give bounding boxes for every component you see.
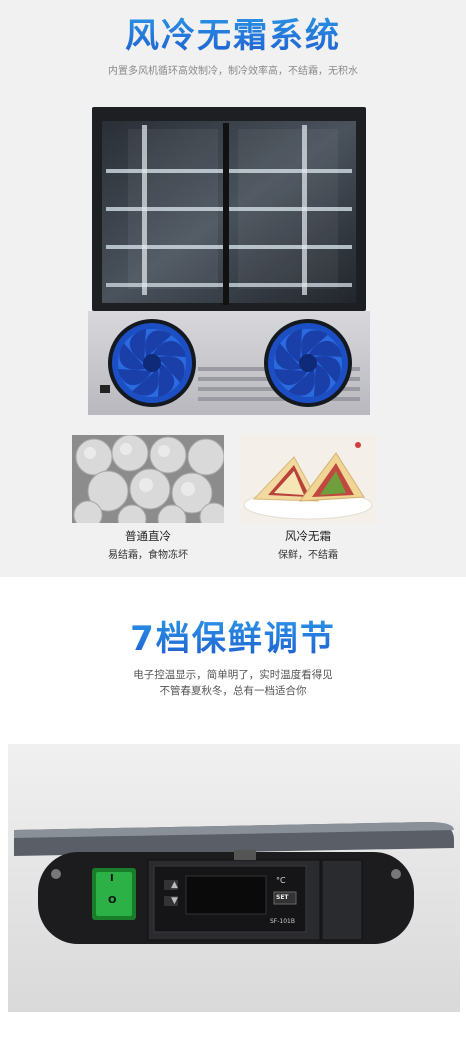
set-button[interactable]: SET — [276, 894, 289, 901]
temperature-down-icon[interactable]: ▼ — [171, 896, 178, 906]
section1-title: 风冷无霜系统 — [0, 8, 466, 57]
section-air-cooling: 风冷无霜系统 内置多风机循环高效制冷，制冷效率高，不结霜，无积水 普通直冷 易结… — [0, 0, 466, 577]
frost-free-subcaption: 保鲜，不结霜 — [278, 550, 338, 561]
section2-line2: 不管春夏秋冬，总有一档适合你 — [159, 685, 307, 697]
section1-subtitle: 内置多风机循环高效制冷，制冷效率高，不结霜，无积水 — [108, 66, 358, 77]
model-label: SF-101B — [270, 918, 295, 925]
section-temperature-control: 7档保鲜调节 电子控温显示，简单明了，实时温度看得见 不管春夏秋冬，总有一档适合… — [0, 577, 466, 1039]
frosted-food-image — [72, 435, 224, 523]
display-cabinet-image — [88, 107, 370, 415]
fresh-sandwich-image — [240, 435, 376, 523]
direct-cooling-subcaption: 易结霜，食物冻坏 — [108, 550, 188, 561]
section2-line1: 电子控温显示，简单明了，实时温度看得见 — [133, 669, 333, 681]
frost-free-caption: 风冷无霜 — [285, 529, 331, 543]
direct-cooling-caption: 普通直冷 — [125, 529, 171, 543]
controller-panel-image: ▲ ▼ °C SET SF-101B I O — [8, 744, 460, 1012]
power-switch-on[interactable]: I — [110, 873, 114, 884]
power-switch-off[interactable]: O — [108, 895, 117, 906]
unit-label: °C — [276, 876, 286, 885]
section2-title: 7档保鲜调节 — [0, 611, 466, 660]
temperature-up-icon[interactable]: ▲ — [171, 880, 178, 890]
